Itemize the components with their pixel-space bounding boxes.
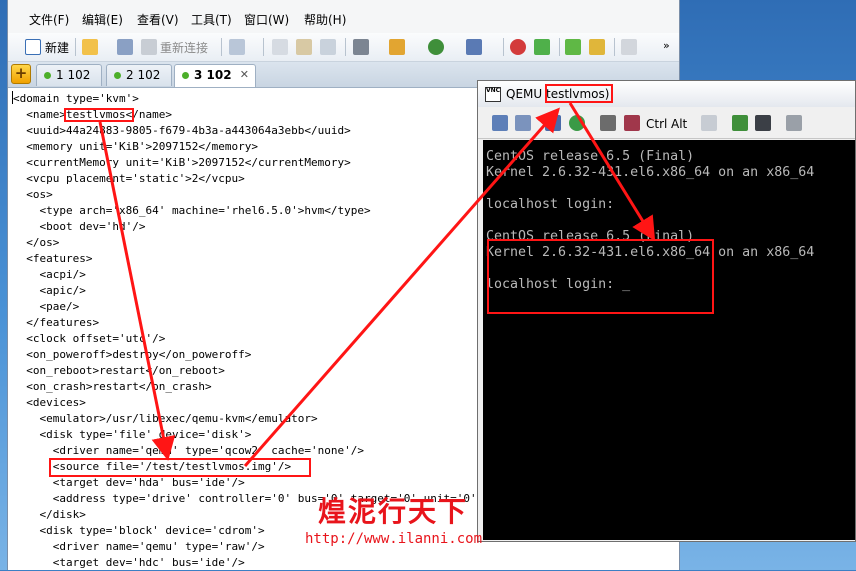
toolbar-separator bbox=[75, 38, 76, 56]
keyboard-icon[interactable] bbox=[621, 39, 637, 55]
overflow-icon[interactable]: » bbox=[663, 39, 670, 52]
watermark-brand: 煌泥行天下 bbox=[318, 495, 469, 528]
code-line: <driver name='qemu' type='qcow2' cache='… bbox=[13, 444, 364, 457]
layout-icon[interactable] bbox=[565, 39, 581, 55]
transfer-icon[interactable] bbox=[732, 115, 748, 131]
code-line: <type arch='x86_64' machine='rhel6.5.0'>… bbox=[13, 204, 371, 217]
properties-icon[interactable] bbox=[229, 39, 245, 55]
toolbar-separator bbox=[559, 38, 560, 56]
highlight-title-box bbox=[545, 84, 613, 103]
script-icon[interactable] bbox=[466, 39, 482, 55]
transfer-icon[interactable] bbox=[389, 39, 405, 55]
menu-tools[interactable]: 工具(T) bbox=[191, 11, 232, 28]
code-line: <on_poweroff>destroy</on_poweroff> bbox=[13, 348, 252, 361]
details-icon[interactable] bbox=[492, 115, 508, 131]
code-line: <clock offset='utc'/> bbox=[13, 332, 166, 345]
code-line: <on_reboot>restart</on_reboot> bbox=[13, 364, 225, 377]
toolbar-separator bbox=[503, 38, 504, 56]
new-session-icon[interactable] bbox=[25, 39, 41, 55]
lock-icon[interactable] bbox=[589, 39, 605, 55]
code-line: <emulator>/usr/libexec/qemu-kvm</emulato… bbox=[13, 412, 318, 425]
console-line: Kernel 2.6.32-431.el6.x86_64 on an x86_6… bbox=[486, 165, 815, 180]
tab-label: 1 102 bbox=[56, 68, 91, 82]
paste-icon[interactable] bbox=[296, 39, 312, 55]
code-line: <devices> bbox=[13, 396, 86, 409]
fullscreen-icon[interactable] bbox=[545, 115, 561, 131]
highlight-login-box bbox=[487, 239, 714, 314]
code-line: </features> bbox=[13, 316, 100, 329]
code-line: <apic/> bbox=[13, 284, 86, 297]
toolbar-separator bbox=[263, 38, 264, 56]
alt-button[interactable]: Alt bbox=[671, 117, 687, 131]
code-line: <os> bbox=[13, 188, 53, 201]
qemu-toolbar: Ctrl Alt bbox=[478, 108, 855, 139]
info-icon[interactable] bbox=[515, 115, 531, 131]
code-line: <vcpu placement='static'>2</vcpu> bbox=[13, 172, 245, 185]
tab-session-2[interactable]: 2 102 bbox=[106, 64, 172, 86]
ctrl-button[interactable]: Ctrl bbox=[646, 117, 667, 131]
code-line: </os> bbox=[13, 236, 60, 249]
toolbar-separator bbox=[221, 38, 222, 56]
code-line: <on_crash>restart</on_crash> bbox=[13, 380, 212, 393]
menu-edit[interactable]: 编辑(E) bbox=[82, 11, 123, 28]
save-icon[interactable] bbox=[755, 115, 771, 131]
menu-window[interactable]: 窗口(W) bbox=[244, 11, 289, 28]
tab-session-3[interactable]: 3 102 ✕ bbox=[174, 64, 256, 87]
menu-help[interactable]: 帮助(H) bbox=[304, 11, 346, 28]
code-line: <pae/> bbox=[13, 300, 80, 313]
print-icon[interactable] bbox=[353, 39, 369, 55]
refresh-icon[interactable] bbox=[569, 115, 585, 131]
menu-file[interactable]: 文件(F) bbox=[29, 11, 69, 28]
toolbar-separator bbox=[614, 38, 615, 56]
code-line: <uuid>44a24883-9805-f679-4b3a-a443064a3e… bbox=[13, 124, 351, 137]
find-icon[interactable] bbox=[320, 39, 336, 55]
code-line: <boot dev='hd'/> bbox=[13, 220, 146, 233]
connect-icon[interactable] bbox=[117, 39, 133, 55]
text-cursor bbox=[12, 91, 13, 104]
clipboard-icon[interactable] bbox=[701, 115, 717, 131]
main-toolbar: 新建 重新连接 » bbox=[8, 33, 679, 62]
highlight-name-box bbox=[64, 108, 134, 122]
console-line: localhost login: bbox=[486, 197, 615, 212]
code-line: <currentMemory unit='KiB'>2097152</curre… bbox=[13, 156, 351, 169]
connected-status-icon bbox=[44, 72, 51, 79]
reconnect-icon[interactable] bbox=[141, 39, 157, 55]
tab-label: 2 102 bbox=[126, 68, 161, 82]
close-tab-icon[interactable]: ✕ bbox=[240, 68, 249, 81]
send-keys-icon[interactable] bbox=[600, 115, 616, 131]
tools-icon[interactable] bbox=[510, 39, 526, 55]
green-check-icon[interactable] bbox=[534, 39, 550, 55]
add-tab-icon[interactable]: + bbox=[11, 64, 31, 84]
highlight-source-box bbox=[49, 458, 311, 477]
vm-console-screen[interactable]: CentOS release 6.5 (Final) Kernel 2.6.32-… bbox=[483, 140, 855, 540]
watermark-url: http://www.ilanni.com bbox=[305, 531, 483, 547]
code-line: <domain type='kvm'> bbox=[12, 91, 139, 105]
reconnect-button[interactable]: 重新连接 bbox=[160, 39, 208, 56]
globe-icon[interactable] bbox=[428, 39, 444, 55]
code-line: <target dev='hdc' bus='ide'/> bbox=[13, 556, 245, 569]
code-line: <acpi/> bbox=[13, 268, 86, 281]
screen-options-icon[interactable] bbox=[786, 115, 802, 131]
console-line: CentOS release 6.5 (Final) bbox=[486, 149, 695, 164]
connected-status-icon bbox=[114, 72, 121, 79]
tab-label: 3 102 bbox=[194, 68, 232, 82]
menu-bar: 文件(F) 编辑(E) 查看(V) 工具(T) 窗口(W) 帮助(H) bbox=[8, 0, 679, 34]
code-line: <disk type='file' device='disk'> bbox=[13, 428, 252, 441]
code-line: <memory unit='KiB'>2097152</memory> bbox=[13, 140, 259, 153]
copy-icon[interactable] bbox=[272, 39, 288, 55]
tab-session-1[interactable]: 1 102 bbox=[36, 64, 102, 86]
qemu-title-bar[interactable]: VNC QEMU testlvmos) bbox=[478, 81, 855, 107]
toolbar-separator bbox=[345, 38, 346, 56]
code-line: <target dev='hda' bus='ide'/> bbox=[13, 476, 245, 489]
connected-status-icon bbox=[182, 72, 189, 79]
open-folder-icon[interactable] bbox=[82, 39, 98, 55]
menu-view[interactable]: 查看(V) bbox=[137, 11, 179, 28]
new-button[interactable]: 新建 bbox=[45, 39, 69, 56]
code-line: <features> bbox=[13, 252, 93, 265]
vnc-icon: VNC bbox=[485, 87, 501, 102]
keyboard-grab-icon[interactable] bbox=[624, 115, 640, 131]
